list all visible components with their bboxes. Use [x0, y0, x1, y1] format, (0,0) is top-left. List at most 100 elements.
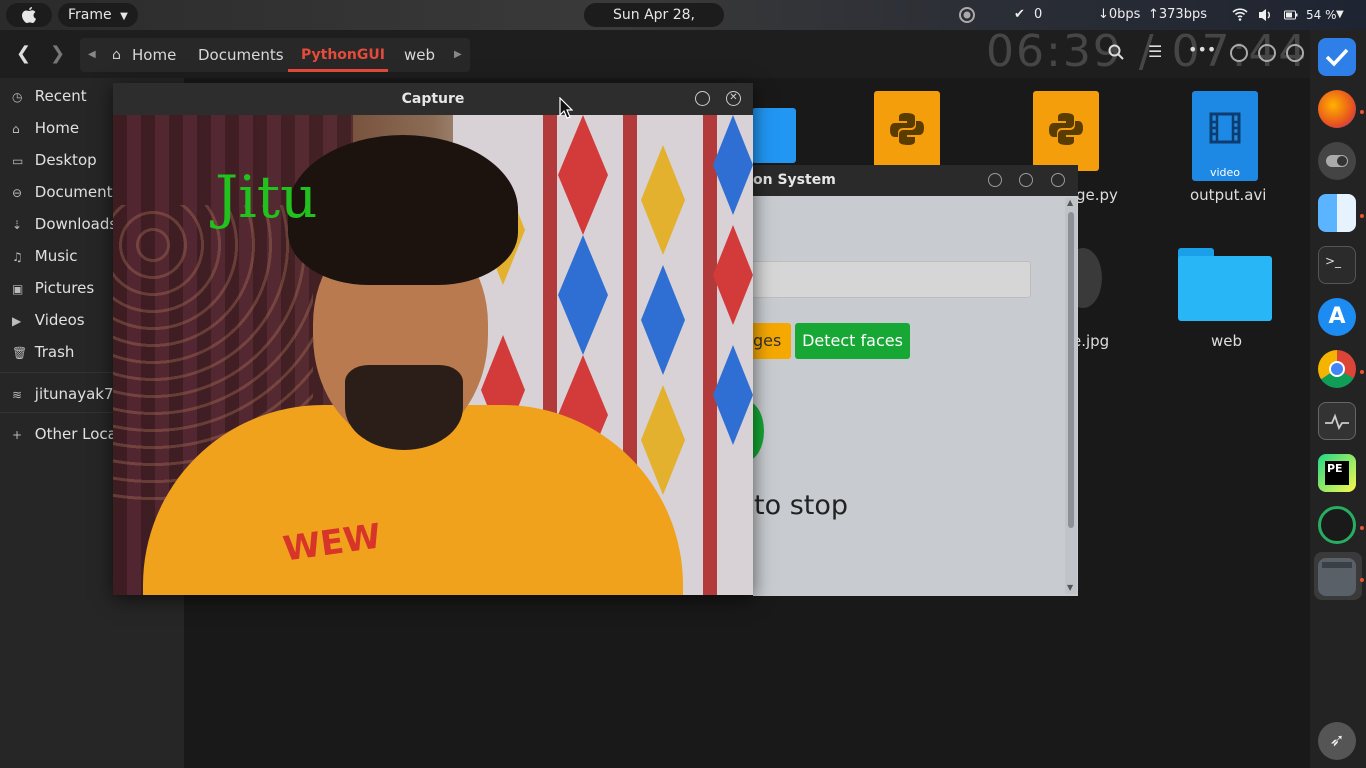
clock-button[interactable]: Sun Apr 28, 15:32: [584, 3, 724, 47]
more-options-icon[interactable]: •••: [1188, 40, 1216, 59]
apple-icon: [22, 7, 36, 23]
sidebar-item-recent[interactable]: ◷ Recent: [12, 84, 87, 108]
breadcrumb-scroll-left-icon[interactable]: ◀: [88, 38, 96, 72]
running-indicator: [1360, 110, 1364, 114]
minimize-icon[interactable]: [988, 173, 1002, 187]
recognition-window: on System ges Detect faces to stop ▲ ▼: [728, 165, 1078, 596]
close-icon[interactable]: ✕: [726, 91, 741, 106]
sidebar-item-label: Downloads: [34, 215, 118, 233]
frame-menu-button[interactable]: Frame ▼: [58, 3, 138, 27]
clock-icon: ◷: [12, 90, 23, 104]
forward-icon[interactable]: ❯: [50, 43, 65, 64]
sidebar-item-label: Home: [34, 119, 80, 137]
minimize-icon[interactable]: [1230, 44, 1248, 62]
caret-down-icon: ▼: [120, 11, 128, 22]
sidebar-item-label: Music: [34, 247, 78, 265]
plus-icon: +: [12, 428, 23, 442]
app-store-icon[interactable]: A: [1318, 298, 1356, 336]
home-icon: ⌂: [12, 122, 20, 136]
firefox-icon[interactable]: [1318, 90, 1356, 128]
detect-faces-label: Detect faces: [802, 331, 903, 350]
capture-images-button[interactable]: ges: [753, 323, 791, 359]
system-monitor-icon[interactable]: [1318, 402, 1356, 440]
sidebar-item-network[interactable]: ≋ jitunayak71: [12, 382, 123, 406]
pycharm-edu-icon[interactable]: PE: [1318, 454, 1356, 492]
apple-menu-button[interactable]: [6, 3, 52, 27]
close-icon[interactable]: [1051, 173, 1065, 187]
list-view-icon[interactable]: ☰: [1148, 42, 1162, 61]
file-manager-headerbar: ❮ ❯ ◀ ⌂ Home Documents PythonGUI web ▶ 0…: [0, 26, 1310, 78]
video-file-label: output.avi: [1190, 186, 1267, 204]
running-indicator: [1360, 526, 1364, 530]
battery-percent: 54 %: [1306, 8, 1337, 22]
sidebar-item-desktop[interactable]: ▭ Desktop: [12, 148, 97, 172]
file-item-hidden[interactable]: [752, 108, 796, 163]
back-icon[interactable]: ❮: [16, 43, 31, 64]
webcam-app-icon[interactable]: [1318, 506, 1356, 544]
sidebar-item-music[interactable]: ♫ Music: [12, 244, 77, 268]
sidebar-item-videos[interactable]: ▶ Videos: [12, 308, 85, 332]
scrollbar-thumb[interactable]: [1068, 212, 1074, 528]
running-indicator: [1360, 370, 1364, 374]
person-hair: [288, 135, 518, 285]
recognized-name-label: Jitu: [215, 163, 318, 231]
mouse-cursor-icon: [559, 97, 573, 119]
system-menu-caret-icon[interactable]: ▼: [1336, 0, 1344, 30]
documents-icon: ⊖: [12, 186, 23, 200]
sidebar-item-pictures[interactable]: ▣ Pictures: [12, 276, 94, 300]
close-icon[interactable]: [1286, 44, 1304, 62]
sidebar-item-documents[interactable]: ⊖ Documents: [12, 180, 120, 204]
chrome-icon[interactable]: [1318, 350, 1356, 388]
video-file-icon[interactable]: video: [1192, 91, 1258, 181]
detect-faces-button[interactable]: Detect faces: [795, 323, 910, 359]
sidebar-item-label: Desktop: [34, 151, 97, 169]
sidebar-item-label: Trash: [34, 343, 75, 361]
folder-icon[interactable]: [1178, 248, 1272, 321]
sidebar-item-label: jitunayak71: [34, 385, 124, 403]
sidebar-item-label: Recent: [34, 87, 87, 105]
record-icon[interactable]: [958, 0, 976, 30]
sidebar-item-label: Other Loca: [34, 425, 117, 443]
window-app-icon[interactable]: [1318, 558, 1356, 596]
sidebar-item-home[interactable]: ⌂ Home: [12, 116, 79, 140]
settings-toggle-icon[interactable]: [1318, 142, 1356, 180]
person-beard: [345, 365, 463, 450]
videos-icon: ▶: [12, 314, 22, 328]
video-badge: video: [1209, 166, 1241, 179]
sidebar-item-trash[interactable]: 🗑 Trash: [12, 340, 74, 364]
maximize-icon[interactable]: [1258, 44, 1276, 62]
sidebar-item-other-locations[interactable]: + Other Loca: [12, 422, 117, 446]
active-crumb-underline: [288, 69, 388, 72]
launcher-rocket-icon[interactable]: ➶: [1318, 722, 1356, 760]
home-icon: ⌂: [112, 47, 121, 63]
webcam-feed: WEW Jitu: [113, 115, 753, 595]
scrollbar[interactable]: ▲ ▼: [1065, 198, 1077, 594]
tasks-app-icon[interactable]: [1318, 38, 1356, 76]
breadcrumb: ◀ ⌂ Home Documents PythonGUI web ▶: [80, 38, 470, 72]
scroll-up-icon[interactable]: ▲: [1067, 198, 1073, 207]
sidebar-item-downloads[interactable]: ⇣ Downloads: [12, 212, 117, 236]
sidebar-item-label: Pictures: [34, 279, 95, 297]
python-file-icon[interactable]: [874, 91, 940, 171]
capture-titlebar[interactable]: Capture ✕: [113, 83, 753, 115]
capture-window-title: Capture: [401, 91, 465, 107]
capture-window: Capture ✕ WEW Jitu: [113, 83, 753, 595]
python-file-icon[interactable]: [1033, 91, 1099, 171]
breadcrumb-documents[interactable]: Documents: [198, 31, 284, 79]
breadcrumb-home[interactable]: Home: [132, 31, 176, 79]
python-file-label: ge.py: [1076, 186, 1118, 204]
frame-menu-label: Frame: [68, 7, 112, 23]
terminal-icon[interactable]: >_: [1318, 246, 1356, 284]
search-icon[interactable]: [1108, 44, 1124, 64]
desktop-icon: ▭: [12, 154, 24, 168]
finder-icon[interactable]: [1318, 194, 1356, 232]
scroll-down-icon[interactable]: ▼: [1067, 583, 1073, 592]
trash-icon: 🗑: [12, 346, 28, 360]
breadcrumb-web[interactable]: web: [404, 31, 435, 79]
breadcrumb-scroll-right-icon[interactable]: ▶: [454, 38, 462, 72]
dock: >_ A PE ➶: [1310, 30, 1366, 768]
stop-hint-text: to stop: [754, 490, 848, 521]
name-input[interactable]: [753, 261, 1031, 298]
minimize-icon[interactable]: [695, 91, 710, 106]
maximize-icon[interactable]: [1019, 173, 1033, 187]
